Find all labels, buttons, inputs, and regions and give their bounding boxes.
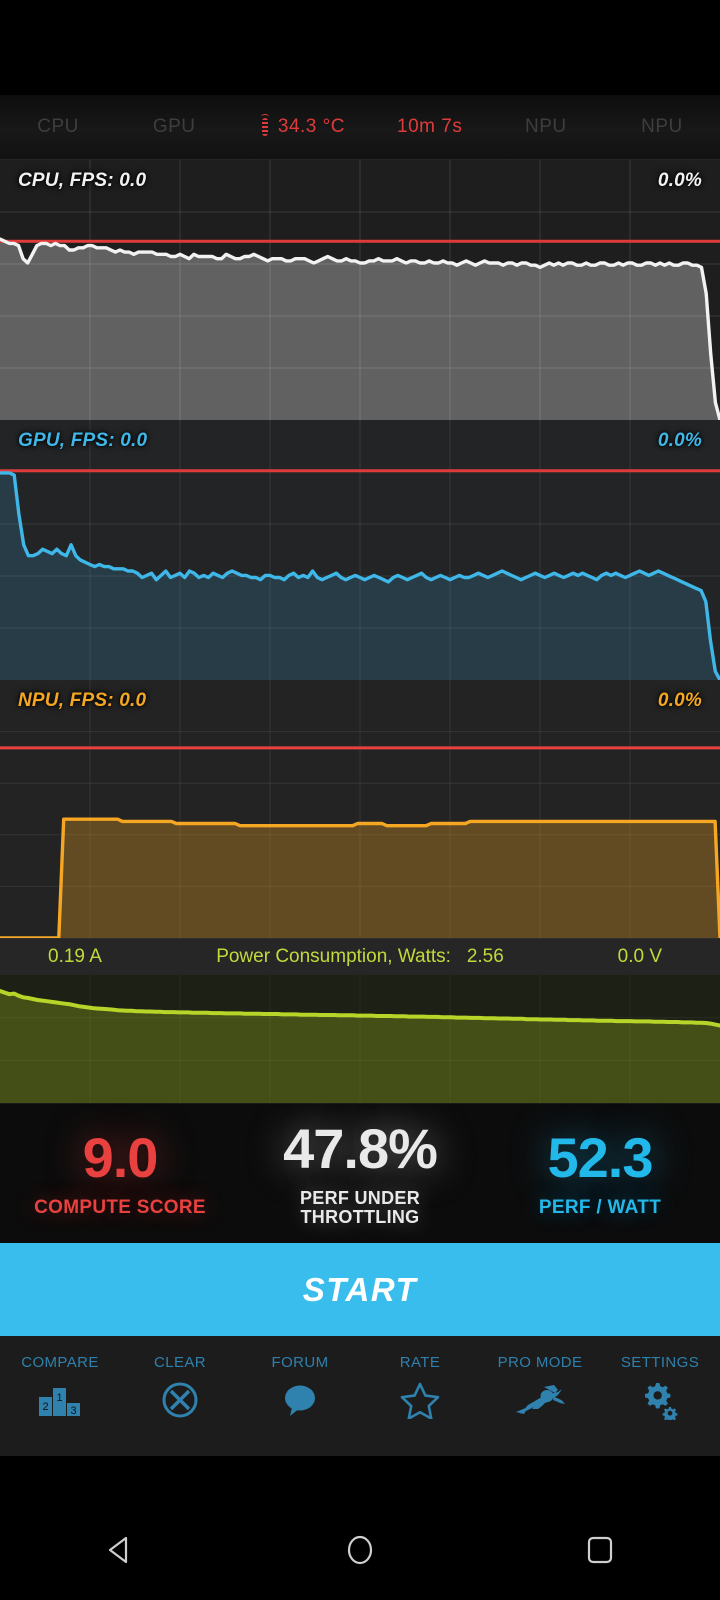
tab-npu-1[interactable]: NPU xyxy=(488,116,604,138)
power-info-bar: Power Consumption, Watts: 2.56 0.19 A 0.… xyxy=(0,938,720,975)
perf-under-throttling: 47.8% PERF UNDER THROTTLING xyxy=(240,1116,480,1227)
podium-icon: 2 1 3 xyxy=(37,1380,83,1420)
svg-text:3: 3 xyxy=(70,1405,76,1416)
tab-gpu[interactable]: GPU xyxy=(116,116,232,138)
power-watts: 2.56 xyxy=(466,946,504,967)
gpu-graph[interactable]: GPU, FPS: 0.0 0.0% xyxy=(0,420,720,680)
star-icon xyxy=(400,1380,440,1420)
recents-square-icon xyxy=(587,1536,613,1564)
svg-text:1: 1 xyxy=(56,1392,62,1404)
android-nav-bar xyxy=(0,1500,720,1600)
svg-text:2: 2 xyxy=(42,1401,48,1413)
npu-graph-canvas xyxy=(0,680,720,938)
compute-score: 9.0 COMPUTE SCORE xyxy=(0,1125,240,1218)
menu-settings-label: SETTINGS xyxy=(620,1354,700,1371)
cpu-graph[interactable]: CPU, FPS: 0.0 0.0% xyxy=(0,160,720,420)
temperature-value: 34.3 °C xyxy=(277,116,345,137)
perf-per-watt-label: PERF / WATT xyxy=(538,1196,662,1218)
menu-compare-label: COMPARE xyxy=(21,1354,99,1371)
menu-compare[interactable]: COMPARE 2 1 3 xyxy=(0,1354,120,1420)
power-graph[interactable] xyxy=(0,975,720,1103)
elapsed-time: 10m 7s xyxy=(372,116,488,138)
elapsed-time-value: 10m 7s xyxy=(397,116,463,137)
cpu-graph-canvas xyxy=(0,160,720,420)
gears-icon xyxy=(640,1380,680,1420)
power-current: 0.19 A xyxy=(48,946,102,967)
thermometer-icon xyxy=(259,114,271,138)
tab-cpu[interactable]: CPU xyxy=(0,116,116,138)
compute-score-label: COMPUTE SCORE xyxy=(34,1196,206,1218)
nav-recents[interactable] xyxy=(480,1532,720,1568)
power-voltage: 0.0 V xyxy=(617,946,662,967)
speech-bubble-icon xyxy=(280,1380,320,1420)
tab-gpu-label: GPU xyxy=(152,116,196,137)
gpu-graph-canvas xyxy=(0,420,720,680)
tab-npu-2[interactable]: NPU xyxy=(604,116,720,138)
perf-per-watt: 52.3 PERF / WATT xyxy=(480,1125,720,1218)
perf-under-throttling-label: PERF UNDER THROTTLING xyxy=(299,1187,420,1227)
menu-rate[interactable]: RATE xyxy=(360,1354,480,1420)
menu-clear-label: CLEAR xyxy=(153,1354,207,1371)
menu-clear[interactable]: CLEAR xyxy=(120,1354,240,1420)
menu-settings[interactable]: SETTINGS xyxy=(600,1354,720,1420)
back-triangle-icon xyxy=(108,1536,128,1564)
compute-score-value: 9.0 xyxy=(82,1125,159,1189)
perf-per-watt-value: 52.3 xyxy=(547,1125,654,1189)
power-title: Power Consumption, Watts: xyxy=(216,946,451,967)
nav-back[interactable] xyxy=(0,1532,240,1568)
top-tab-strip: CPU GPU 34.3 °C 10m 7s NPU NPU xyxy=(0,95,720,160)
perf-under-throttling-value: 47.8% xyxy=(283,1116,438,1180)
tab-npu-1-label: NPU xyxy=(524,116,567,137)
menu-forum[interactable]: FORUM xyxy=(240,1354,360,1420)
menu-pro-mode[interactable]: PRO MODE xyxy=(480,1354,600,1420)
score-panel: 9.0 COMPUTE SCORE 47.8% PERF UNDER THROTT… xyxy=(0,1103,720,1243)
temperature-readout: 34.3 °C xyxy=(232,114,371,138)
tab-cpu-label: CPU xyxy=(37,116,79,137)
x-circle-icon xyxy=(161,1380,199,1420)
menu-rate-label: RATE xyxy=(399,1354,441,1371)
home-circle-icon xyxy=(347,1535,373,1565)
npu-graph[interactable]: NPU, FPS: 0.0 0.0% xyxy=(0,680,720,938)
power-title-and-value: Power Consumption, Watts: 2.56 xyxy=(0,946,720,968)
nav-home[interactable] xyxy=(240,1532,480,1568)
android-status-bar xyxy=(0,0,720,95)
menu-pro-mode-label: PRO MODE xyxy=(497,1354,583,1371)
app-root: CPU GPU 34.3 °C 10m 7s NPU NPU CPU, FPS:… xyxy=(0,0,720,1600)
tab-npu-2-label: NPU xyxy=(641,116,683,137)
witch-icon xyxy=(514,1380,566,1420)
start-button-label: START xyxy=(302,1270,418,1308)
start-button[interactable]: START xyxy=(0,1243,720,1336)
menu-forum-label: FORUM xyxy=(271,1354,329,1371)
power-graph-canvas xyxy=(0,975,720,1103)
graph-stack: CPU, FPS: 0.0 0.0% GPU, FPS: 0.0 0.0% NP… xyxy=(0,160,720,1103)
bottom-menu: COMPARE 2 1 3 CLEAR FORUM RATE PRO MODE … xyxy=(0,1336,720,1456)
